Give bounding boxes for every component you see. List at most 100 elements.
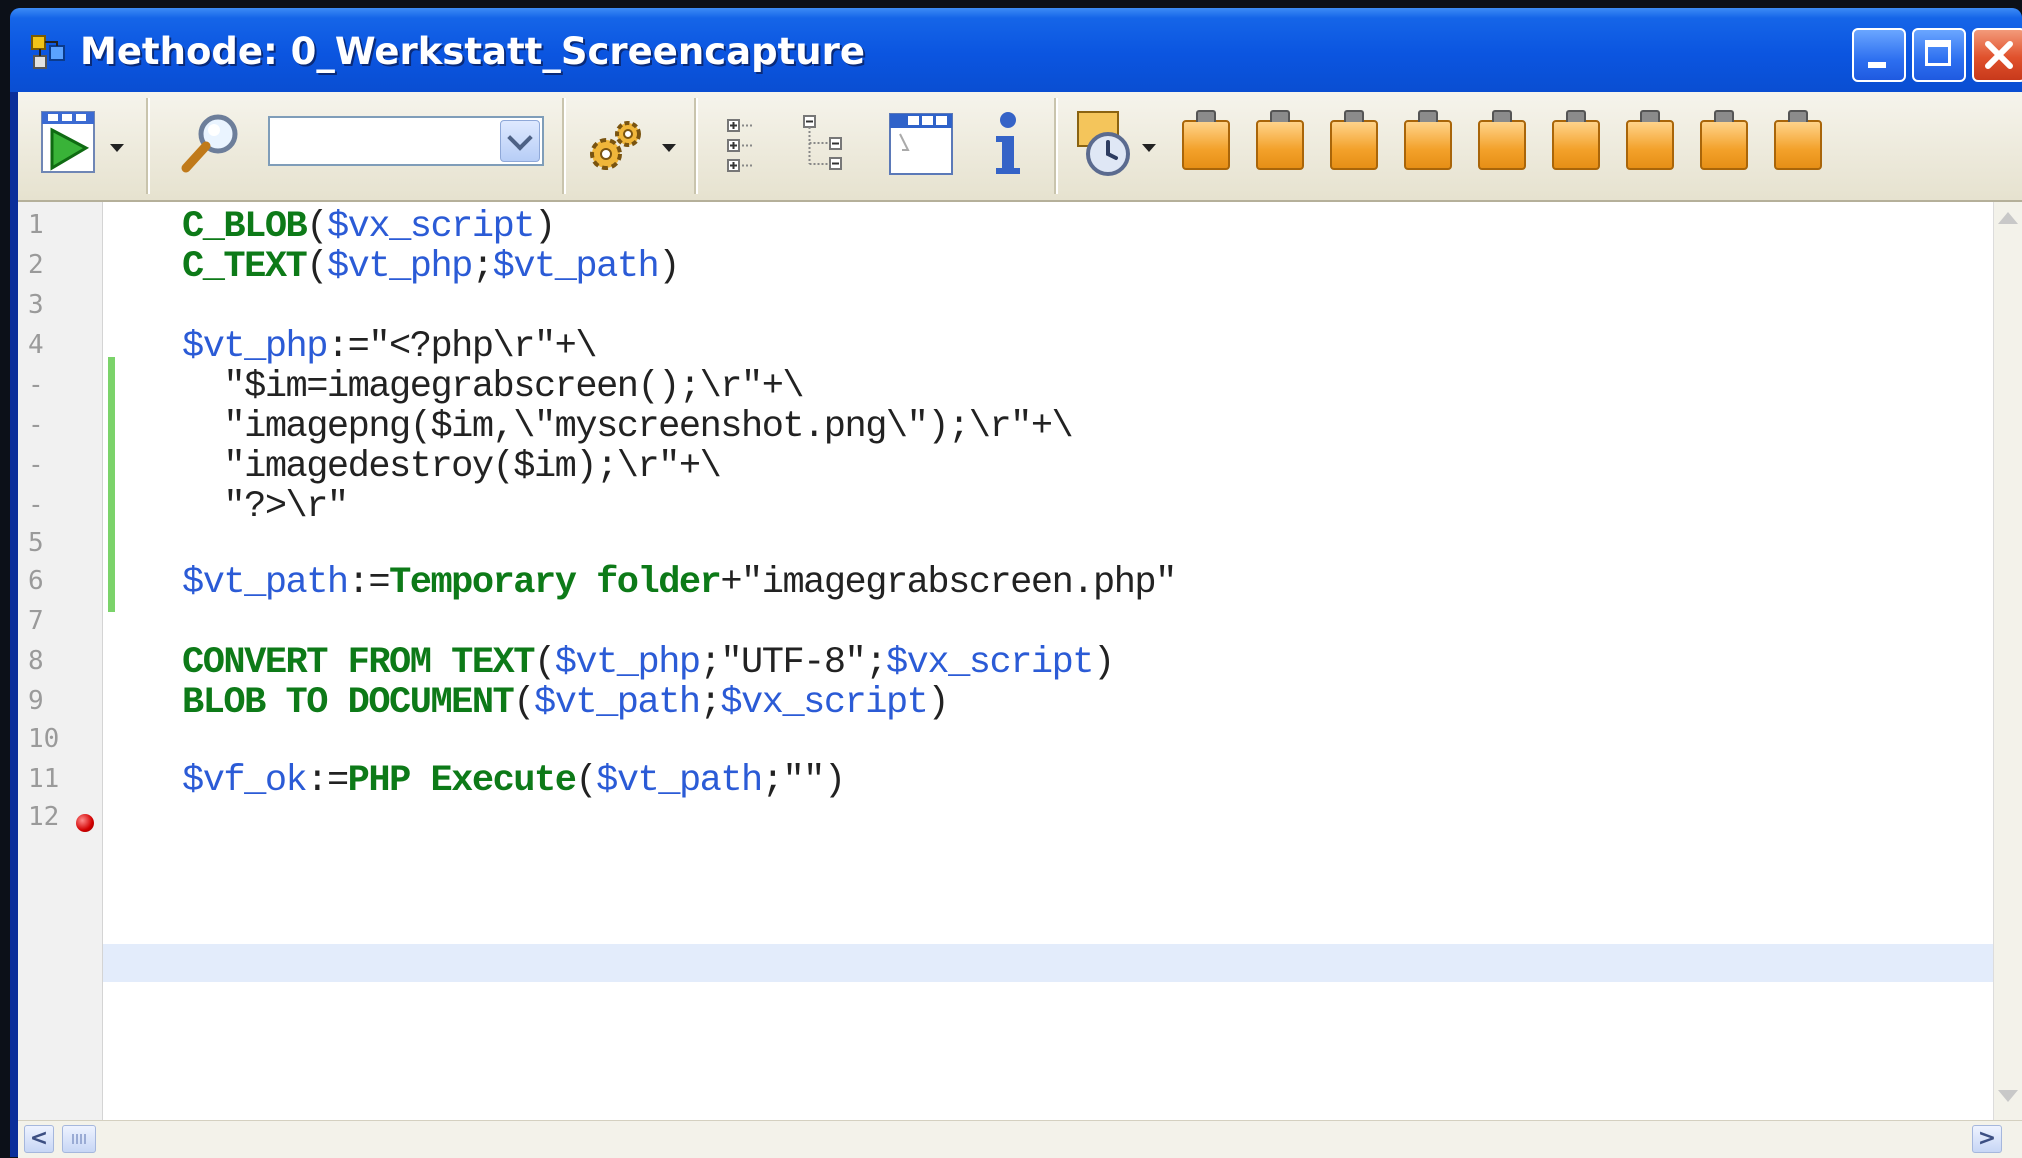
search-icon	[181, 114, 238, 173]
code-line[interactable]: $vt_php:="<?php\r"+\	[182, 326, 598, 368]
code-line[interactable]: $vt_path:=Temporary folder+"imagegrabscr…	[182, 562, 1177, 604]
code-text: ;	[471, 246, 494, 288]
find-button[interactable]	[176, 110, 246, 176]
line-number: 8	[28, 646, 44, 676]
code-variable: $vt_path	[596, 760, 763, 802]
code-text: "$im=imagegrabscreen();\r"+\	[182, 366, 804, 408]
code-line[interactable]: C_BLOB($vx_script)	[182, 206, 556, 248]
form-editor-button[interactable]	[886, 108, 956, 178]
expand-tree-button[interactable]	[800, 112, 860, 178]
toolbar-separator	[562, 98, 566, 194]
horizontal-scrollbar[interactable]: < >	[18, 1120, 2022, 1158]
code-line[interactable]: C_TEXT($vt_php;$vt_path)	[182, 246, 680, 288]
code-variable: $vf_ok	[182, 760, 308, 802]
clipboard-icon[interactable]	[1700, 110, 1748, 170]
close-icon	[1985, 41, 2013, 69]
code-text: )	[658, 246, 680, 288]
settings-dropdown-arrow[interactable]	[662, 144, 676, 152]
scroll-down-arrow-icon[interactable]	[1998, 1090, 2018, 1102]
run-icon	[41, 111, 95, 173]
settings-icon	[590, 121, 641, 170]
code-keyword: PHP Execute	[347, 760, 577, 802]
run-dropdown-arrow[interactable]	[110, 144, 124, 152]
code-text: :="<?php\r"+\	[326, 326, 598, 368]
code-editor[interactable]: 1 2 3 4 - - - - 5 6 7 8 9 10 11 12 C_BLO…	[18, 202, 2022, 1120]
clipboard-icon[interactable]	[1552, 110, 1600, 170]
scroll-thumb[interactable]	[62, 1125, 96, 1153]
code-line[interactable]: BLOB TO DOCUMENT($vt_path;$vx_script)	[182, 682, 950, 724]
code-text: :=	[347, 562, 391, 604]
code-variable: $vt_path	[182, 562, 349, 604]
line-number: -	[28, 370, 44, 400]
line-number: 10	[28, 724, 60, 754]
code-variable: $vx_script	[885, 642, 1095, 684]
code-text: ;"UTF-8";	[699, 642, 888, 684]
maximize-button[interactable]	[1912, 28, 1966, 82]
code-text: "imagepng($im,\"myscreenshot.png\");\r"+…	[182, 406, 1073, 448]
code-variable: $vt_php	[554, 642, 701, 684]
timer-dropdown-arrow[interactable]	[1142, 144, 1156, 152]
clipboard-icon[interactable]	[1404, 110, 1452, 170]
line-number: 9	[28, 686, 44, 716]
content-area: 1 2 3 4 - - - - 5 6 7 8 9 10 11 12 C_BLO…	[18, 92, 2022, 1158]
info-button[interactable]	[986, 108, 1030, 180]
collapse-icon	[727, 119, 752, 172]
breakpoint-icon[interactable]	[76, 814, 94, 832]
method-editor-window: Methode: 0_Werkstatt_Screencapture 1 2 3…	[10, 8, 2022, 1158]
code-text: ;	[699, 682, 722, 724]
code-text: (	[533, 642, 556, 684]
minimize-button[interactable]	[1852, 28, 1906, 82]
scroll-left-button[interactable]: <	[24, 1125, 54, 1153]
code-line[interactable]: "imagedestroy($im);\r"+\	[182, 446, 721, 488]
line-number: 5	[28, 528, 44, 558]
code-variable: $vt_php	[182, 326, 328, 368]
clipboard-icon[interactable]	[1478, 110, 1526, 170]
line-number: 11	[28, 764, 60, 794]
chevron-down-icon[interactable]	[500, 120, 540, 162]
current-line-highlight	[103, 944, 1993, 982]
code-line[interactable]: "$im=imagegrabscreen();\r"+\	[182, 366, 804, 408]
settings-button[interactable]	[584, 110, 654, 178]
clipboard-icon[interactable]	[1256, 110, 1304, 170]
code-keyword: C_BLOB	[182, 206, 308, 248]
modified-lines-marker	[108, 357, 115, 612]
window-title: Methode: 0_Werkstatt_Screencapture	[80, 30, 865, 73]
code-line[interactable]: CONVERT FROM TEXT($vt_php;"UTF-8";$vx_sc…	[182, 642, 1115, 684]
line-number: 6	[28, 566, 44, 596]
code-text: +"imagegrabscreen.php"	[720, 562, 1177, 604]
code-keyword: Temporary folder	[389, 562, 722, 604]
code-keyword: C_TEXT	[182, 246, 308, 288]
scroll-up-arrow-icon[interactable]	[1998, 212, 2018, 224]
info-icon	[996, 112, 1020, 174]
tree-icon	[803, 115, 842, 170]
code-text: (	[513, 682, 535, 724]
line-number: 4	[28, 330, 44, 360]
code-text: )	[927, 682, 949, 724]
clipboard-icon[interactable]	[1330, 110, 1378, 170]
code-keyword: CONVERT FROM TEXT	[182, 642, 535, 684]
code-line[interactable]: "?>\r"	[182, 486, 349, 528]
scroll-right-button[interactable]: >	[1972, 1125, 2002, 1153]
clipboard-icon[interactable]	[1774, 110, 1822, 170]
vertical-scrollbar[interactable]	[1993, 202, 2022, 1120]
timer-icon	[1077, 111, 1130, 176]
line-number: 3	[28, 290, 44, 320]
code-line[interactable]: "imagepng($im,\"myscreenshot.png\");\r"+…	[182, 406, 1073, 448]
code-text: )	[1093, 642, 1115, 684]
code-variable: $vt_path	[492, 246, 660, 288]
line-number-gutter[interactable]: 1 2 3 4 - - - - 5 6 7 8 9 10 11 12	[18, 202, 103, 1120]
title-bar[interactable]: Methode: 0_Werkstatt_Screencapture	[10, 8, 2022, 92]
run-method-button[interactable]	[38, 108, 102, 178]
clipboard-icon[interactable]	[1626, 110, 1674, 170]
code-line[interactable]: $vf_ok:=PHP Execute($vt_path;"")	[182, 760, 846, 802]
search-input[interactable]	[268, 116, 544, 166]
timer-button[interactable]	[1072, 106, 1136, 180]
code-text: (	[306, 206, 328, 248]
code-text: (	[575, 760, 597, 802]
code-text: "?>\r"	[182, 486, 349, 528]
clipboard-icon[interactable]	[1182, 110, 1230, 170]
line-number: 1	[28, 210, 44, 240]
toolbar-separator	[1054, 98, 1058, 194]
collapse-all-button[interactable]	[724, 114, 764, 180]
close-button[interactable]	[1972, 28, 2022, 82]
